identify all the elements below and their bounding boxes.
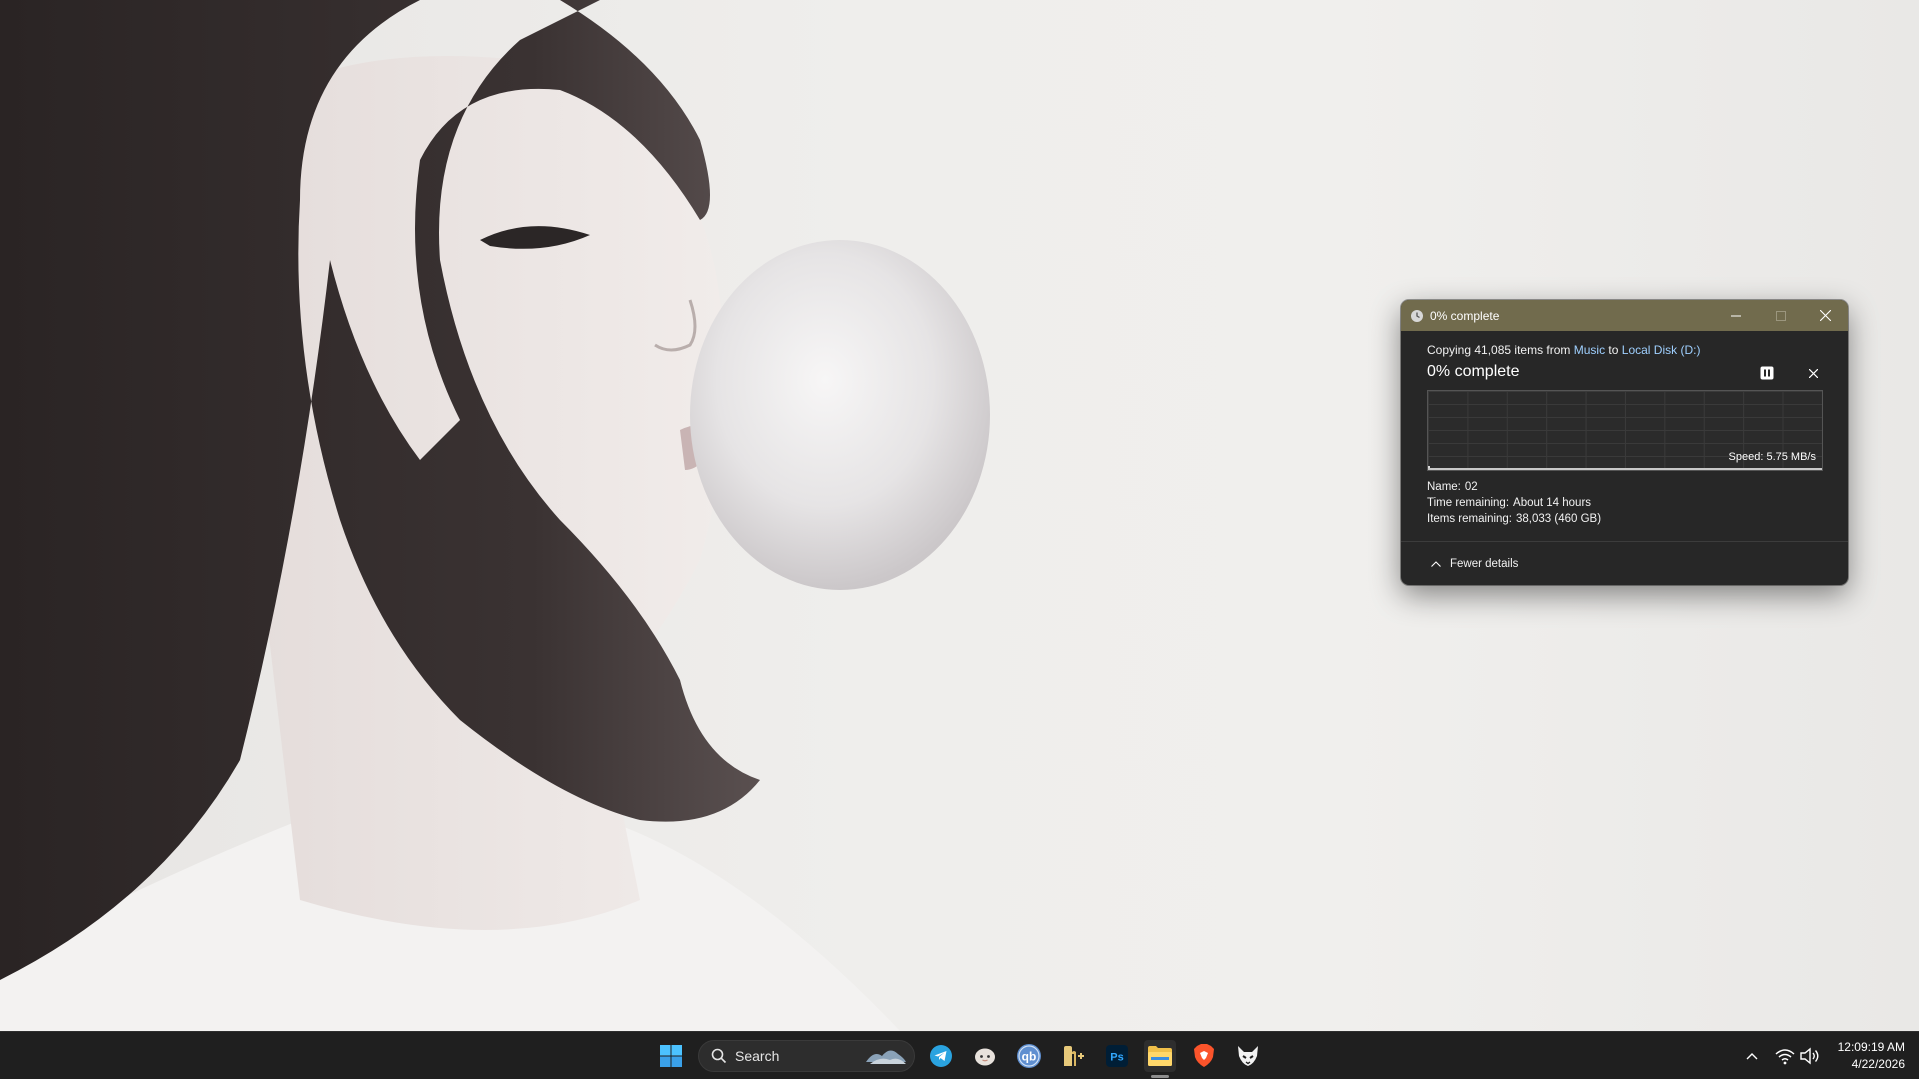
brave-icon [1194, 1044, 1214, 1067]
clock-time: 12:09:19 AM [1837, 1040, 1905, 1054]
taskbar-search-box[interactable]: Search [698, 1040, 915, 1072]
taskbar-brave[interactable] [1188, 1040, 1220, 1072]
telegram-icon [930, 1045, 952, 1067]
clock-date: 4/22/2026 [1851, 1057, 1905, 1071]
detail-time-row: Time remaining: About 14 hours [1427, 497, 1591, 509]
close-button[interactable] [1803, 300, 1848, 331]
transfer-speed-graph: Speed: 5.75 MB/s [1427, 390, 1823, 471]
active-app-indicator [1151, 1075, 1169, 1078]
items-remaining-value: 38,033 (460 GB) [1516, 513, 1602, 525]
taskbar-file-explorer[interactable] [1144, 1040, 1176, 1072]
minimize-button[interactable] [1713, 300, 1758, 331]
photoshop-icon: Ps [1106, 1045, 1128, 1067]
pause-button[interactable] [1756, 362, 1778, 384]
search-highlight-icon [866, 1050, 906, 1064]
items-remaining-label: Items remaining: [1427, 513, 1513, 525]
maximize-button [1758, 300, 1803, 331]
cancel-icon [1808, 368, 1818, 378]
bot-face-icon [975, 1048, 995, 1066]
destination-drive-link[interactable]: Local Disk (D:) [1622, 343, 1701, 357]
clock-icon [1411, 309, 1423, 322]
source-folder-link[interactable]: Music [1574, 343, 1605, 357]
maximize-icon [1775, 310, 1786, 321]
fewer-details-label: Fewer details [1450, 558, 1519, 570]
copy-prefix-text: Copying 41,085 items from [1427, 343, 1574, 357]
show-hidden-icons-chevron-icon[interactable] [1745, 1044, 1759, 1068]
qbittorrent-text: qb [1022, 1050, 1037, 1064]
wifi-icon[interactable] [1775, 1044, 1795, 1068]
qbittorrent-icon: qb [1017, 1044, 1041, 1068]
system-clock[interactable]: 12:09:19 AM 4/22/2026 [1838, 1039, 1905, 1073]
speed-readout: Speed: 5.75 MB/s [1728, 451, 1816, 463]
detail-name-row: Name: 02 [1427, 481, 1478, 493]
divider [1401, 541, 1848, 542]
close-icon [1820, 310, 1831, 321]
volume-icon[interactable] [1799, 1044, 1821, 1068]
minimize-icon [1730, 315, 1741, 316]
pause-icon [1760, 366, 1774, 380]
graph-baseline [1428, 468, 1822, 470]
taskbar-bot-app[interactable] [969, 1040, 1001, 1072]
window-title: 0% complete [1430, 308, 1500, 323]
cancel-copy-button[interactable] [1802, 362, 1824, 384]
taskbar-fox-app[interactable] [1232, 1040, 1264, 1072]
taskbar-qbittorrent[interactable]: qb [1013, 1040, 1045, 1072]
taskbar-telegram[interactable] [925, 1040, 957, 1072]
copy-summary: Copying 41,085 items from Music to Local… [1427, 343, 1700, 357]
time-remaining-value: About 14 hours [1513, 497, 1592, 509]
taskbar-photoshop[interactable]: Ps [1101, 1040, 1133, 1072]
chevron-up-icon [1431, 561, 1441, 567]
windows-start-icon [660, 1045, 682, 1067]
detail-items-row: Items remaining: 38,033 (460 GB) [1427, 513, 1601, 525]
dialog-titlebar[interactable]: 0% complete [1401, 300, 1848, 331]
name-value: 02 [1464, 481, 1478, 493]
copy-mid-text: to [1605, 343, 1622, 357]
photoshop-text: Ps [1110, 1052, 1123, 1064]
name-label: Name: [1427, 481, 1461, 493]
notepad-plus-icon [1064, 1046, 1084, 1066]
taskbar: Search qb Ps 12:09:19 AM 4/22/2026 [0, 1031, 1919, 1079]
copy-progress-dialog: 0% complete Copying 41,085 items from Mu… [1401, 300, 1848, 585]
progress-heading: 0% complete [1427, 363, 1520, 380]
time-remaining-label: Time remaining: [1427, 497, 1510, 509]
taskbar-notepad-plus[interactable] [1057, 1040, 1089, 1072]
vpn-fox-icon [1238, 1046, 1258, 1066]
search-icon [711, 1048, 727, 1064]
search-label: Search [735, 1048, 780, 1064]
file-explorer-icon [1148, 1046, 1172, 1066]
fewer-details-button[interactable]: Fewer details [1431, 558, 1518, 570]
start-button[interactable] [655, 1040, 687, 1072]
